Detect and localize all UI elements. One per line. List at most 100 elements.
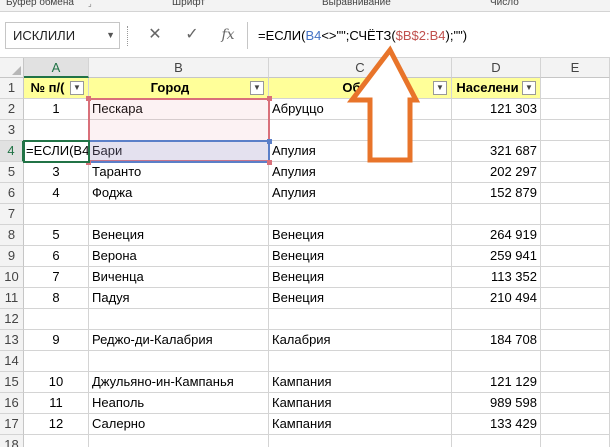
cell-empty[interactable] [541, 120, 610, 141]
table-cell[interactable]: 6 [24, 246, 89, 267]
table-cell[interactable]: 152 879 [452, 183, 541, 204]
column-header-e[interactable]: E [541, 58, 610, 78]
row-header-18[interactable]: 18 [0, 435, 24, 447]
row-header-10[interactable]: 10 [0, 267, 24, 288]
check-icon[interactable]: ✓ [181, 24, 203, 46]
table-cell[interactable]: Венеция [269, 267, 452, 288]
table-cell[interactable]: 121 129 [452, 372, 541, 393]
row-header-14[interactable]: 14 [0, 351, 24, 372]
cell-empty[interactable] [541, 288, 610, 309]
table-cell[interactable]: 11 [24, 393, 89, 414]
table-cell[interactable] [452, 351, 541, 372]
row-header-3[interactable]: 3 [0, 120, 24, 141]
table-cell[interactable]: 5 [24, 225, 89, 246]
table-cell[interactable]: Венеция [269, 246, 452, 267]
row-header-1[interactable]: 1 [0, 78, 24, 99]
table-cell[interactable]: Кампания [269, 372, 452, 393]
cell-empty[interactable] [541, 78, 610, 99]
row-header-4[interactable]: 4 [0, 141, 24, 162]
insert-function-icon[interactable]: fx [217, 24, 239, 46]
table-cell[interactable]: Таранто [89, 162, 269, 183]
row-header-11[interactable]: 11 [0, 288, 24, 309]
chevron-down-icon[interactable]: ▼ [106, 23, 115, 48]
table-cell[interactable]: Апулия [269, 141, 452, 162]
table-cell[interactable]: Калабрия [269, 330, 452, 351]
cell-empty[interactable] [541, 435, 610, 447]
resize-grip[interactable] [127, 26, 130, 46]
cell-empty[interactable] [541, 204, 610, 225]
cell-empty[interactable] [541, 267, 610, 288]
table-cell[interactable]: Венеция [89, 225, 269, 246]
table-cell[interactable]: Абруццо [269, 99, 452, 120]
row-header-16[interactable]: 16 [0, 393, 24, 414]
table-cell[interactable]: 1 [24, 99, 89, 120]
row-header-6[interactable]: 6 [0, 183, 24, 204]
cell-empty[interactable] [541, 141, 610, 162]
row-header-8[interactable]: 8 [0, 225, 24, 246]
table-cell[interactable]: 7 [24, 267, 89, 288]
cell-empty[interactable] [541, 183, 610, 204]
table-cell[interactable] [452, 435, 541, 447]
table-cell[interactable] [452, 120, 541, 141]
table-cell[interactable]: Джульяно-ин-Кампанья [89, 372, 269, 393]
table-cell[interactable] [89, 309, 269, 330]
table-cell[interactable]: 133 429 [452, 414, 541, 435]
table-cell[interactable] [269, 309, 452, 330]
filter-dropdown-icon[interactable]: ▼ [70, 81, 84, 95]
row-header-7[interactable]: 7 [0, 204, 24, 225]
table-cell[interactable] [24, 351, 89, 372]
table-header-cell[interactable]: Об ▼ [269, 78, 452, 99]
table-cell[interactable]: 321 687 [452, 141, 541, 162]
column-header-b[interactable]: B [89, 58, 269, 78]
cell-empty[interactable] [541, 225, 610, 246]
table-cell[interactable] [89, 435, 269, 447]
row-header-2[interactable]: 2 [0, 99, 24, 120]
table-cell[interactable]: Фоджа [89, 183, 269, 204]
table-cell[interactable]: Венеция [269, 288, 452, 309]
table-cell[interactable] [24, 204, 89, 225]
formula-input[interactable]: =ЕСЛИ(B4<>"";СЧЁТЗ($B$2:B4);"") [247, 22, 610, 49]
table-cell[interactable]: Верона [89, 246, 269, 267]
table-cell[interactable]: Виченца [89, 267, 269, 288]
table-cell[interactable]: Апулия [269, 162, 452, 183]
filter-dropdown-icon[interactable]: ▼ [433, 81, 447, 95]
row-header-13[interactable]: 13 [0, 330, 24, 351]
cell-empty[interactable] [541, 330, 610, 351]
table-cell[interactable] [89, 204, 269, 225]
table-cell[interactable]: 9 [24, 330, 89, 351]
table-cell[interactable]: Салерно [89, 414, 269, 435]
column-header-d[interactable]: D [452, 58, 541, 78]
table-cell[interactable]: Реджо-ди-Калабрия [89, 330, 269, 351]
cell-empty[interactable] [541, 393, 610, 414]
filter-dropdown-icon[interactable]: ▼ [522, 81, 536, 95]
table-cell[interactable]: 259 941 [452, 246, 541, 267]
name-box[interactable]: ИСКЛИЛИ ▼ [5, 22, 120, 49]
cell-empty[interactable] [541, 246, 610, 267]
table-cell[interactable] [269, 435, 452, 447]
row-header-12[interactable]: 12 [0, 309, 24, 330]
table-cell[interactable]: 184 708 [452, 330, 541, 351]
cell-empty[interactable] [541, 414, 610, 435]
table-cell[interactable]: Бари [89, 141, 269, 162]
table-header-cell[interactable]: Населени ▼ [452, 78, 541, 99]
table-cell[interactable] [89, 120, 269, 141]
table-cell[interactable]: 121 303 [452, 99, 541, 120]
table-cell[interactable] [24, 309, 89, 330]
select-all-button[interactable] [0, 58, 24, 78]
row-header-15[interactable]: 15 [0, 372, 24, 393]
table-cell[interactable]: 4 [24, 183, 89, 204]
column-header-a[interactable]: A [24, 58, 89, 78]
table-cell[interactable]: Кампания [269, 393, 452, 414]
column-header-c[interactable]: C [269, 58, 452, 78]
table-cell[interactable]: 12 [24, 414, 89, 435]
cell-empty[interactable] [541, 99, 610, 120]
table-header-cell[interactable]: Город ▼ [89, 78, 269, 99]
table-cell[interactable] [269, 120, 452, 141]
row-header-17[interactable]: 17 [0, 414, 24, 435]
dialog-launcher-icon[interactable]: ⌟ [88, 0, 98, 8]
table-cell[interactable] [89, 351, 269, 372]
cell-empty[interactable] [541, 372, 610, 393]
cell-empty[interactable] [541, 162, 610, 183]
table-cell[interactable]: 989 598 [452, 393, 541, 414]
table-cell[interactable]: 8 [24, 288, 89, 309]
